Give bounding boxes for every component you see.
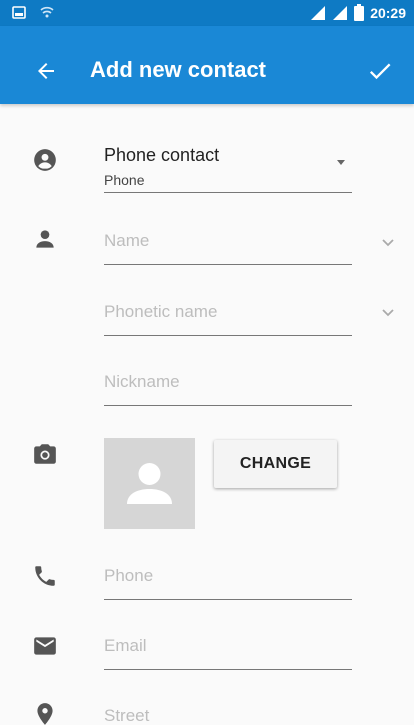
status-time: 20:29 (370, 4, 406, 21)
camera-icon (34, 444, 56, 464)
phone-icon (35, 566, 55, 586)
email-icon (34, 637, 56, 655)
account-circle-icon (34, 149, 56, 171)
chevron-down-icon[interactable] (381, 308, 395, 318)
street-placeholder: Street (104, 706, 150, 725)
signal-icon (311, 5, 326, 20)
account-underline (104, 192, 352, 193)
phone-placeholder: Phone (104, 566, 154, 585)
arrow-left-icon[interactable] (34, 59, 58, 83)
email-field[interactable]: Email (104, 636, 352, 670)
status-bar: 20:29 (0, 0, 414, 26)
phonetic-name-field[interactable]: Phonetic name (104, 302, 352, 336)
battery-icon (354, 4, 365, 21)
nickname-placeholder: Nickname (104, 372, 180, 391)
location-pin-icon (37, 703, 53, 725)
contact-photo[interactable] (104, 438, 195, 529)
dropdown-arrow-icon[interactable] (337, 160, 345, 165)
account-type[interactable]: Phone contact (104, 145, 219, 166)
street-field[interactable]: Street (104, 706, 352, 725)
signal-icon (333, 5, 348, 20)
phonetic-name-placeholder: Phonetic name (104, 302, 218, 321)
email-placeholder: Email (104, 636, 147, 655)
screenshot-icon (12, 5, 26, 19)
status-right-icons: 20:29 (310, 4, 406, 21)
chevron-down-icon[interactable] (381, 238, 395, 248)
phone-field[interactable]: Phone (104, 566, 352, 600)
nickname-field[interactable]: Nickname (104, 372, 352, 406)
check-icon[interactable] (366, 57, 394, 85)
name-placeholder: Name (104, 231, 150, 250)
status-left-icons (12, 5, 54, 19)
wifi-icon (40, 6, 54, 18)
account-subtitle: Phone (104, 172, 145, 188)
name-field[interactable]: Name (104, 231, 352, 265)
page-title: Add new contact (90, 57, 267, 82)
app-bar: Add new contact (0, 26, 414, 104)
add-contact-screen: 20:29 Add new contact Phone contact Phon… (0, 0, 414, 725)
change-photo-button[interactable]: CHANGE (214, 440, 337, 488)
person-placeholder-icon (127, 463, 172, 504)
person-icon (36, 230, 54, 248)
